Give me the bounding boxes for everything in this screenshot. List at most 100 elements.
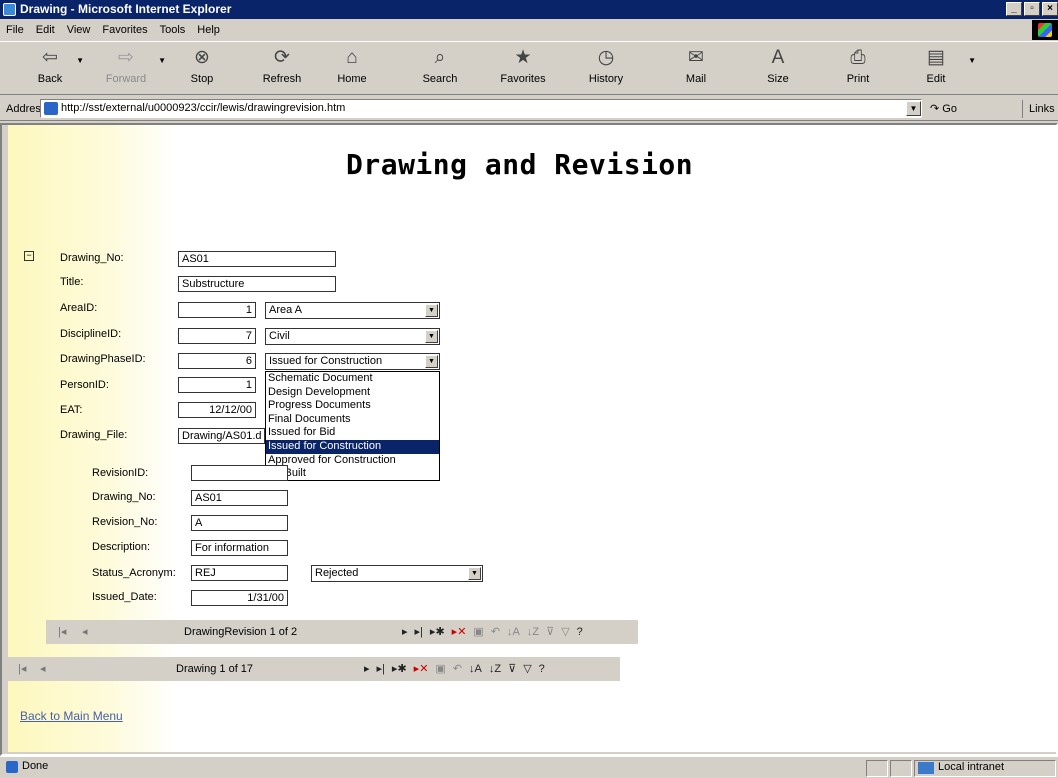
go-button[interactable]: ↷ Go [930,102,957,115]
new-record-icon[interactable]: ▸✱ [392,657,407,681]
dropdown-option[interactable]: As-Built [266,467,439,481]
save-record-icon[interactable]: ▣ [473,620,483,644]
favorites-button[interactable]: ★ Favorites [492,42,554,96]
dropdown-option[interactable]: Progress Documents [266,399,439,413]
help-icon[interactable]: ? [539,657,545,681]
next-record-icon[interactable]: ▸ [402,620,408,644]
save-record-icon[interactable]: ▣ [435,657,445,681]
chevron-down-icon[interactable]: ▼ [968,56,976,65]
dropdown-option[interactable]: Approved for Construction [266,454,439,468]
mail-icon: ✉ [688,47,704,68]
size-button[interactable]: A Size [750,42,806,96]
last-record-icon[interactable]: ▸| [415,620,423,644]
links-toolbar[interactable]: Links [1022,100,1055,118]
address-dropdown-button[interactable]: ▼ [906,101,921,116]
label-revision-drawing-no: Drawing_No: [92,491,156,503]
sort-ascending-icon[interactable]: ↓A [507,620,520,644]
status-acronym-field[interactable]: REJ [191,565,288,581]
first-record-icon[interactable]: |◂ [18,657,26,681]
label-drawing-no: Drawing_No: [60,252,124,264]
discipline-id-field[interactable]: 7 [178,328,256,344]
maximize-button[interactable]: ▫ [1024,2,1040,16]
phase-dropdown-list[interactable]: Schematic Document Design Development Pr… [265,371,440,481]
dropdown-option[interactable]: Final Documents [266,413,439,427]
minimize-button[interactable]: _ [1006,2,1022,16]
last-record-icon[interactable]: ▸| [377,657,385,681]
stop-button[interactable]: ⊗ Stop [174,42,230,96]
toggle-filter-icon[interactable]: ▽ [523,657,531,681]
chevron-down-icon[interactable]: ▼ [76,56,84,65]
description-field[interactable]: For information [191,540,288,556]
sort-descending-icon[interactable]: ↓Z [527,620,539,644]
filter-by-selection-icon[interactable]: ⊽ [508,657,516,681]
phase-select[interactable]: Issued for Construction ▼ [265,353,440,370]
menu-view[interactable]: View [67,24,91,36]
phase-id-field[interactable]: 6 [178,353,256,369]
help-icon[interactable]: ? [577,620,583,644]
history-button[interactable]: ◷ History [578,42,634,96]
stop-icon: ⊗ [194,47,210,68]
page-content: Drawing and Revision − Drawing_No: AS01 … [8,124,1058,752]
chevron-down-icon[interactable]: ▼ [425,330,438,343]
undo-icon[interactable]: ↶ [453,657,462,681]
address-input[interactable]: http://sst/external/u0000923/ccir/lewis/… [40,99,922,118]
back-button[interactable]: ⇦ Back ▼ [22,42,84,96]
eat-field[interactable]: 12/12/00 [178,402,256,418]
menu-file[interactable]: File [6,24,24,36]
chevron-down-icon[interactable]: ▼ [425,355,438,368]
chevron-down-icon[interactable]: ▼ [425,304,438,317]
undo-icon[interactable]: ↶ [491,620,500,644]
toggle-filter-icon[interactable]: ▽ [561,620,569,644]
chevron-down-icon[interactable]: ▼ [468,567,481,580]
refresh-button[interactable]: ⟳ Refresh [254,42,310,96]
mail-button[interactable]: ✉ Mail [668,42,724,96]
menu-tools[interactable]: Tools [160,24,186,36]
revision-no-field[interactable]: A [191,515,288,531]
menu-help[interactable]: Help [197,24,220,36]
person-id-field[interactable]: 1 [178,377,256,393]
print-button[interactable]: ⎙ Print [830,42,886,96]
edit-button[interactable]: ▤ Edit ▼ [908,42,976,96]
revision-drawing-no-field[interactable]: AS01 [191,490,288,506]
new-record-icon[interactable]: ▸✱ [430,620,445,644]
delete-record-icon[interactable]: ▸✕ [452,620,467,644]
menu-favorites[interactable]: Favorites [102,24,147,36]
label-eat: EAT: [60,404,83,416]
home-button[interactable]: ⌂ Home [324,42,380,96]
drawing-file-field[interactable]: Drawing/AS01.d [178,428,265,444]
dropdown-option-selected[interactable]: Issued for Construction [266,439,439,454]
drawing-no-field[interactable]: AS01 [178,251,336,267]
status-select[interactable]: Rejected ▼ [311,565,483,582]
previous-record-icon[interactable]: ◂ [40,657,46,681]
menu-edit[interactable]: Edit [36,24,55,36]
dropdown-option[interactable]: Schematic Document [266,372,439,386]
previous-record-icon[interactable]: ◂ [82,620,88,644]
back-to-main-menu-link[interactable]: Back to Main Menu [20,709,123,723]
title-field[interactable]: Substructure [178,276,336,292]
first-record-icon[interactable]: |◂ [58,620,66,644]
issued-date-field[interactable]: 1/31/00 [191,590,288,606]
dropdown-option[interactable]: Issued for Bid [266,426,439,440]
filter-by-selection-icon[interactable]: ⊽ [546,620,554,644]
label-issued-date: Issued_Date: [92,591,157,603]
sort-ascending-icon[interactable]: ↓A [469,657,482,681]
next-record-icon[interactable]: ▸ [364,657,370,681]
menu-bar: File Edit View Favorites Tools Help [0,20,1058,40]
area-id-field[interactable]: 1 [178,302,256,318]
search-button[interactable]: ⌕ Search [412,42,468,96]
label-person: PersonID: [60,379,109,391]
dropdown-option[interactable]: Design Development [266,386,439,400]
delete-record-icon[interactable]: ▸✕ [414,657,429,681]
font-size-icon: A [771,47,785,68]
chevron-down-icon[interactable]: ▼ [158,56,166,65]
label-description: Description: [92,541,151,553]
collapse-icon[interactable]: − [24,251,34,261]
discipline-select[interactable]: Civil ▼ [265,328,440,345]
browser-window: Drawing - Microsoft Internet Explorer _ … [0,0,1058,778]
sort-descending-icon[interactable]: ↓Z [489,657,501,681]
revision-id-field[interactable] [191,465,288,481]
close-button[interactable]: × [1042,2,1058,16]
area-select[interactable]: Area A ▼ [265,302,440,319]
forward-button[interactable]: ⇨ Forward ▼ [96,42,166,96]
address-bar: Address http://sst/external/u0000923/cci… [0,98,1058,121]
